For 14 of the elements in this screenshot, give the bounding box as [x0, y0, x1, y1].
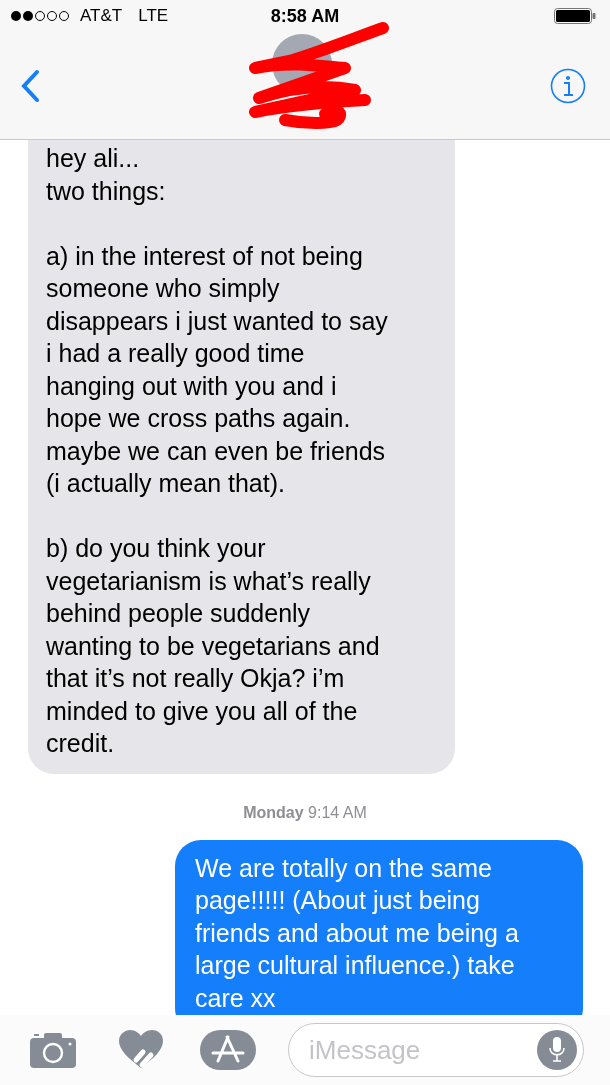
battery-icon: [554, 8, 596, 24]
heart-icon[interactable]: [118, 1030, 164, 1070]
info-button[interactable]: [550, 67, 586, 104]
back-button[interactable]: [20, 68, 40, 103]
clock-time: 8:58 AM: [269, 5, 341, 27]
received-message: hey ali... two things: a) in the interest of not being someone who simply disappears i just wanted to say i had a really good time hanging out with you and i hope we cross paths again. maybe we can even be friends (i actually mean that). b) do you think your vegetarianism is what’s really behind people suddenly wanting to be vegetarians and that it’s not really Okja? i’m minded to give you all of the credit.: [28, 140, 455, 774]
camera-icon[interactable]: [30, 1032, 78, 1068]
signal-icon: [10, 10, 72, 22]
sent-message: We are totally on the same page!!!!! (About just being friends and about me being a large cultural influence.) take care xx: [175, 839, 583, 1015]
apps-icon[interactable]: [200, 1030, 256, 1070]
network-type: LTE: [138, 6, 169, 26]
carrier-name: AT&T: [80, 6, 123, 26]
message-timestamp: Monday 9:14 AM: [243, 803, 367, 821]
message-field[interactable]: iMessage: [288, 1023, 584, 1077]
